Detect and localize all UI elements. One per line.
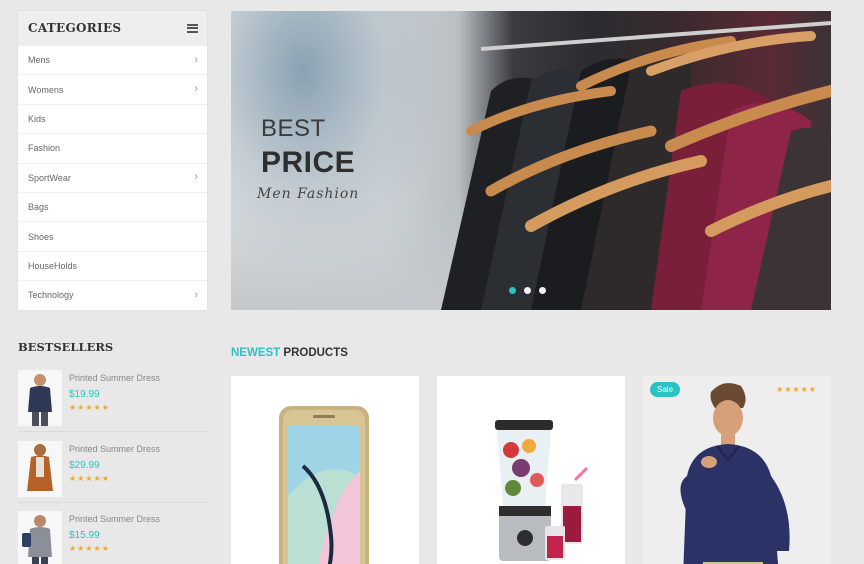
- hero-headline-price: PRICE: [261, 146, 356, 179]
- category-item-kids[interactable]: Kids: [18, 103, 207, 133]
- category-item-shoes[interactable]: Shoes: [18, 221, 207, 250]
- category-label: Shoes: [28, 231, 54, 242]
- hamburger-menu-icon[interactable]: [187, 23, 198, 33]
- bestseller-item[interactable]: Printed Summer Dress $15.99 ★★★★★: [18, 511, 207, 564]
- categories-title: CATEGORIES: [28, 21, 122, 35]
- chevron-right-icon: ›: [194, 83, 198, 96]
- product-name[interactable]: Printed Summer Dress: [69, 514, 160, 524]
- carousel-dot-2[interactable]: [524, 287, 531, 294]
- carousel-dot-1[interactable]: [509, 287, 516, 294]
- categories-panel: CATEGORIES Mens › Womens › Kids Fashion …: [18, 11, 207, 310]
- bestsellers-title: BESTSELLERS: [18, 340, 114, 354]
- sale-badge: Sale: [650, 382, 681, 397]
- category-label: Kids: [28, 113, 46, 124]
- rating-stars: ★★★★★: [776, 385, 817, 394]
- product-name[interactable]: Printed Summer Dress: [69, 444, 160, 454]
- category-label: HouseHolds: [28, 260, 78, 271]
- chevron-right-icon: ›: [194, 53, 198, 66]
- carousel-dot-3[interactable]: [539, 287, 546, 294]
- rating-stars: ★★★★★: [69, 403, 110, 412]
- product-thumbnail[interactable]: [18, 511, 62, 564]
- product-price: $19.99: [69, 389, 100, 400]
- category-label: Mens: [28, 55, 51, 66]
- category-item-bags[interactable]: Bags: [18, 191, 207, 221]
- category-item-fashion[interactable]: Fashion: [18, 133, 207, 162]
- product-price: $29.99: [69, 460, 100, 471]
- bestseller-item[interactable]: Printed Summer Dress $29.99 ★★★★★: [18, 441, 207, 503]
- category-item-sportwear[interactable]: SportWear ›: [18, 162, 207, 192]
- category-item-households[interactable]: HouseHolds: [18, 250, 207, 280]
- newest-products-title: NEWEST PRODUCTS: [231, 347, 348, 359]
- bestseller-item[interactable]: Printed Summer Dress $19.99 ★★★★★: [18, 370, 207, 432]
- rating-stars: ★★★★★: [69, 474, 110, 483]
- category-item-mens[interactable]: Mens ›: [18, 45, 207, 74]
- category-label: Womens: [28, 84, 64, 95]
- hero-subtitle: Men Fashion: [257, 186, 360, 202]
- smartphone-image: [279, 406, 369, 564]
- product-card-smartphone[interactable]: [231, 376, 419, 564]
- model-shirt-image: [643, 376, 831, 564]
- rating-stars: ★★★★★: [69, 544, 110, 553]
- category-label: Technology: [28, 290, 74, 301]
- hero-headline-best: BEST: [261, 115, 326, 142]
- category-label: SportWear: [28, 172, 71, 183]
- blender-image: [495, 420, 589, 561]
- newest-products-title-rest: PRODUCTS: [280, 347, 348, 359]
- categories-header: CATEGORIES: [18, 11, 207, 45]
- category-item-womens[interactable]: Womens ›: [18, 74, 207, 103]
- chevron-right-icon: ›: [194, 288, 198, 301]
- product-thumbnail[interactable]: [18, 370, 62, 426]
- product-price: $15.99: [69, 530, 100, 541]
- newest-products-title-highlight: NEWEST: [231, 347, 281, 359]
- chevron-right-icon: ›: [194, 171, 198, 184]
- hero-banner[interactable]: BEST PRICE Men Fashion: [231, 11, 831, 310]
- product-thumbnail[interactable]: [18, 441, 62, 497]
- category-item-technology[interactable]: Technology ›: [18, 280, 207, 309]
- carousel-dots: [509, 287, 546, 294]
- product-name[interactable]: Printed Summer Dress: [69, 373, 160, 383]
- product-card-model-shirt[interactable]: Sale ★★★★★: [643, 376, 831, 564]
- category-label: Bags: [28, 202, 49, 213]
- category-label: Fashion: [28, 143, 61, 154]
- product-card-blender[interactable]: [437, 376, 625, 564]
